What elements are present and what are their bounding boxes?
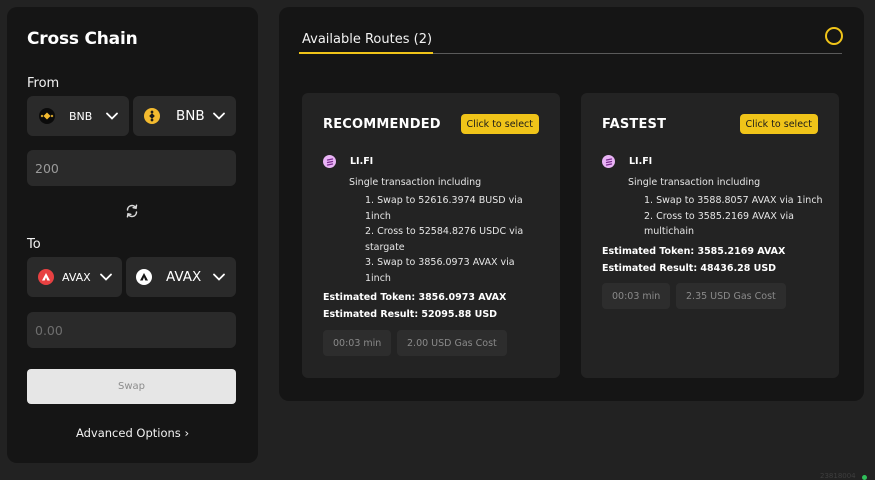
lifi-logo-icon <box>602 155 615 168</box>
gas-cost-badge: 2.00 USD Gas Cost <box>397 330 507 356</box>
cross-chain-panel: Cross Chain From BNB BNB To AVAX AVAX <box>7 7 258 463</box>
provider-name: LI.FI <box>629 156 653 167</box>
avalanche-chain-icon <box>38 269 54 285</box>
route-steps: 1. Swap to 52616.3974 BUSD via 1inch 2. … <box>365 193 523 286</box>
swap-direction-icon[interactable] <box>124 203 140 219</box>
tab-active-indicator <box>299 52 433 54</box>
lifi-logo-icon <box>323 155 336 168</box>
bnb-chain-icon <box>39 108 55 124</box>
to-amount-input[interactable] <box>27 312 236 348</box>
advanced-options-link[interactable]: Advanced Options › <box>7 426 258 440</box>
swap-button[interactable]: Swap <box>27 369 236 404</box>
from-token-name: BNB <box>176 108 205 124</box>
route-description: Single transaction including <box>349 177 482 188</box>
from-chain-name: BNB <box>69 109 93 123</box>
route-step: 3. Swap to 3856.0973 AVAX via <box>365 257 515 268</box>
time-badge: 00:03 min <box>323 330 392 356</box>
route-card-fastest[interactable]: FASTEST Click to select LI.FI Single tra… <box>581 93 839 378</box>
chevron-down-icon <box>213 273 225 281</box>
block-number: 23818004 <box>820 472 856 480</box>
to-token-select[interactable]: AVAX <box>126 257 236 297</box>
route-card-title: FASTEST <box>602 117 667 132</box>
routes-panel: Available Routes (2) RECOMMENDED Click t… <box>279 7 864 401</box>
select-route-button[interactable]: Click to select <box>460 114 539 134</box>
to-chain-name: AVAX <box>62 270 91 284</box>
select-route-button[interactable]: Click to select <box>739 114 818 134</box>
route-step: 2. Cross to 52584.8276 USDC via <box>365 226 524 237</box>
route-card-title: RECOMMENDED <box>323 117 441 132</box>
from-token-select[interactable]: BNB <box>133 96 236 136</box>
route-card-recommended[interactable]: RECOMMENDED Click to select LI.FI Single… <box>302 93 560 378</box>
time-badge: 00:03 min <box>602 283 671 309</box>
to-label: To <box>27 237 41 252</box>
route-step-cont: 1inch <box>365 272 391 284</box>
route-step: 1. Swap to 3588.8057 AVAX via 1inch <box>644 195 823 206</box>
chevron-down-icon <box>213 112 225 120</box>
status-dot-icon <box>862 475 867 480</box>
loading-ring-icon <box>825 27 843 45</box>
chevron-down-icon <box>100 273 112 281</box>
estimated-token: Estimated Token: 3585.2169 AVAX <box>602 246 786 257</box>
route-description: Single transaction including <box>628 177 761 188</box>
route-step-cont: 1inch <box>365 210 391 222</box>
gas-cost-badge: 2.35 USD Gas Cost <box>676 283 786 309</box>
route-provider: LI.FI <box>602 155 652 168</box>
from-label: From <box>27 76 60 91</box>
chevron-down-icon <box>106 112 118 120</box>
avalanche-token-icon <box>136 269 152 285</box>
estimated-result: Estimated Result: 48436.28 USD <box>602 263 777 274</box>
route-steps: 1. Swap to 3588.8057 AVAX via 1inch 2. C… <box>644 193 823 240</box>
to-chain-select[interactable]: AVAX <box>27 257 122 297</box>
from-amount-input[interactable] <box>27 150 236 186</box>
route-step-cont: multichain <box>644 226 695 237</box>
route-step: 1. Swap to 52616.3974 BUSD via <box>365 195 523 206</box>
route-step: 2. Cross to 3585.2169 AVAX via <box>644 210 794 222</box>
bnb-token-icon <box>144 108 160 124</box>
panel-title: Cross Chain <box>27 29 138 49</box>
from-chain-select[interactable]: BNB <box>27 96 129 136</box>
route-step-cont: stargate <box>365 241 405 253</box>
tab-available-routes[interactable]: Available Routes (2) <box>302 32 432 47</box>
estimated-token: Estimated Token: 3856.0973 AVAX <box>323 292 507 303</box>
provider-name: LI.FI <box>350 156 374 167</box>
estimated-result: Estimated Result: 52095.88 USD <box>323 309 498 320</box>
to-token-name: AVAX <box>166 269 202 285</box>
route-provider: LI.FI <box>323 155 373 168</box>
